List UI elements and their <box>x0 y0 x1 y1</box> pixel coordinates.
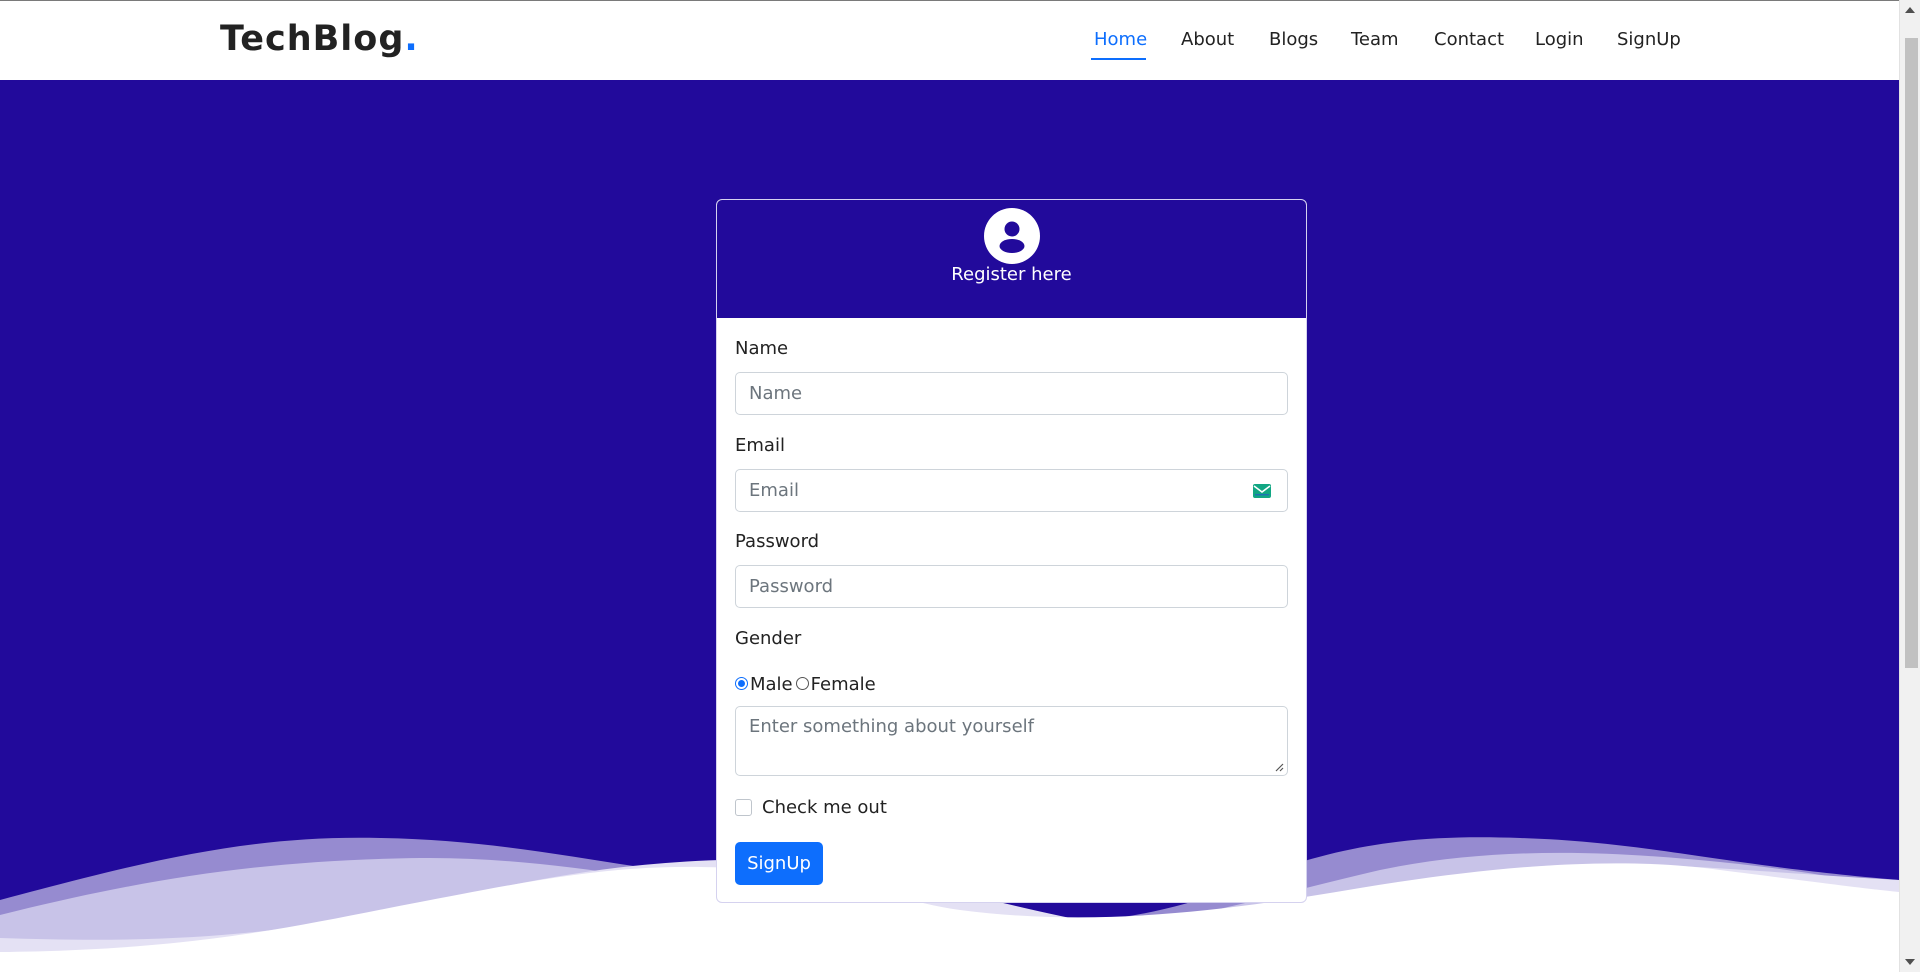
check-me-out-label[interactable]: Check me out <box>762 797 887 818</box>
vertical-scrollbar[interactable] <box>1899 0 1920 972</box>
user-circle-icon <box>984 208 1040 264</box>
nav-item-contact[interactable]: Contact <box>1434 29 1504 50</box>
nav-item-home[interactable]: Home <box>1094 29 1147 50</box>
email-label: Email <box>735 435 785 456</box>
radio-male[interactable] <box>735 677 748 690</box>
register-card-header: Register here <box>717 200 1306 318</box>
navbar: TechBlog. Home About Blogs Team Contact … <box>0 1 1899 80</box>
password-input[interactable]: Password <box>735 565 1288 608</box>
brand-logo[interactable]: TechBlog. <box>220 19 419 59</box>
nav-item-team[interactable]: Team <box>1351 29 1399 50</box>
check-me-out-checkbox[interactable] <box>735 799 752 816</box>
signup-button[interactable]: SignUp <box>735 842 823 885</box>
envelope-icon <box>1253 484 1271 498</box>
resize-handle-icon[interactable] <box>1275 763 1284 772</box>
scroll-down-icon[interactable] <box>1905 959 1915 965</box>
gender-options: Male Female <box>735 674 876 695</box>
register-title: Register here <box>951 264 1072 285</box>
radio-female-label[interactable]: Female <box>811 674 876 695</box>
gender-label: Gender <box>735 628 802 649</box>
register-card: Register here Name Name Email Email Pass… <box>716 199 1307 903</box>
check-me-out-row: Check me out <box>735 797 887 818</box>
password-label: Password <box>735 531 820 552</box>
email-input[interactable]: Email <box>735 469 1288 512</box>
nav-item-blogs[interactable]: Blogs <box>1269 29 1318 50</box>
nav-item-signup[interactable]: SignUp <box>1617 29 1681 50</box>
radio-female[interactable] <box>795 677 809 690</box>
about-textarea[interactable]: Enter something about yourself <box>735 706 1288 776</box>
name-label: Name <box>735 338 789 359</box>
email-placeholder: Email <box>749 480 799 501</box>
hero-section: Register here Name Name Email Email Pass… <box>0 80 1899 972</box>
about-placeholder: Enter something about yourself <box>749 716 1034 737</box>
radio-male-label[interactable]: Male <box>750 674 793 695</box>
name-input[interactable]: Name <box>735 372 1288 415</box>
nav-item-login[interactable]: Login <box>1535 29 1584 50</box>
nav-item-about[interactable]: About <box>1181 29 1234 50</box>
scroll-up-icon[interactable] <box>1905 7 1915 13</box>
scroll-thumb[interactable] <box>1905 38 1918 668</box>
nav-active-underline <box>1091 58 1146 60</box>
